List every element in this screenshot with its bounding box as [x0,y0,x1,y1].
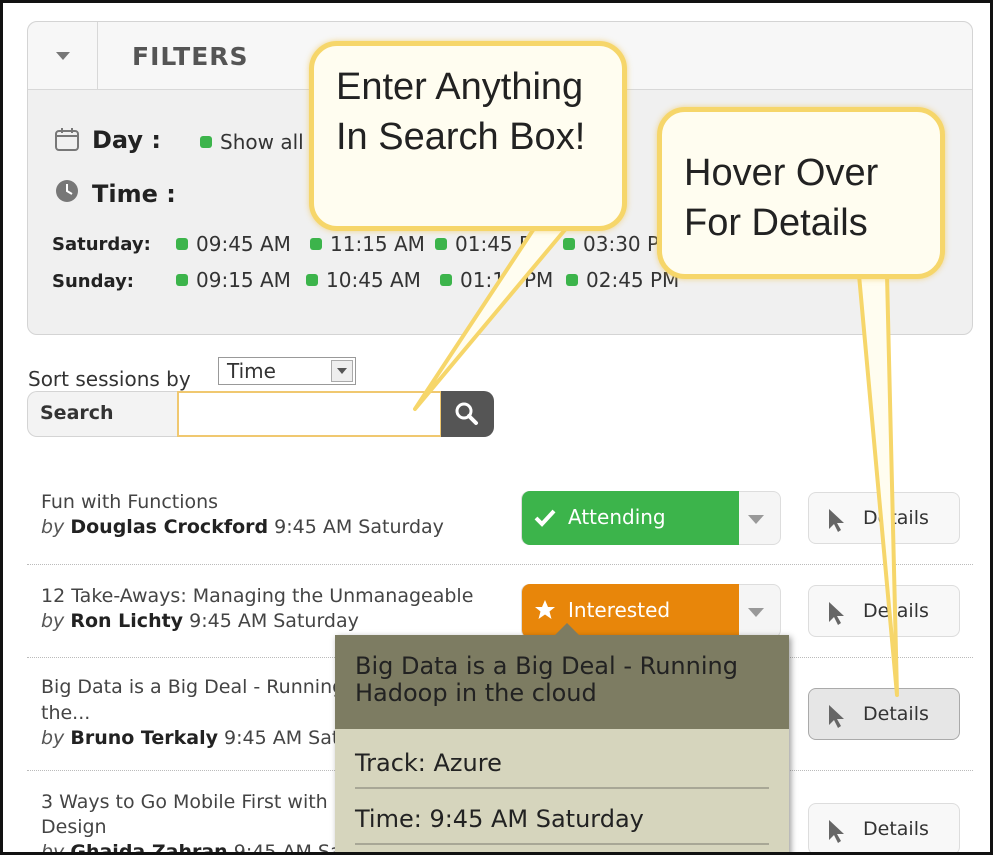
screenshot-frame: FILTERS Day : Show all Time : Saturday: … [0,0,993,855]
hover-callout: Hover Over For Details [657,107,945,279]
search-callout: Enter Anything In Search Box! [309,41,627,231]
search-callout-pointer [413,219,571,411]
hover-callout-pointer [857,273,899,697]
